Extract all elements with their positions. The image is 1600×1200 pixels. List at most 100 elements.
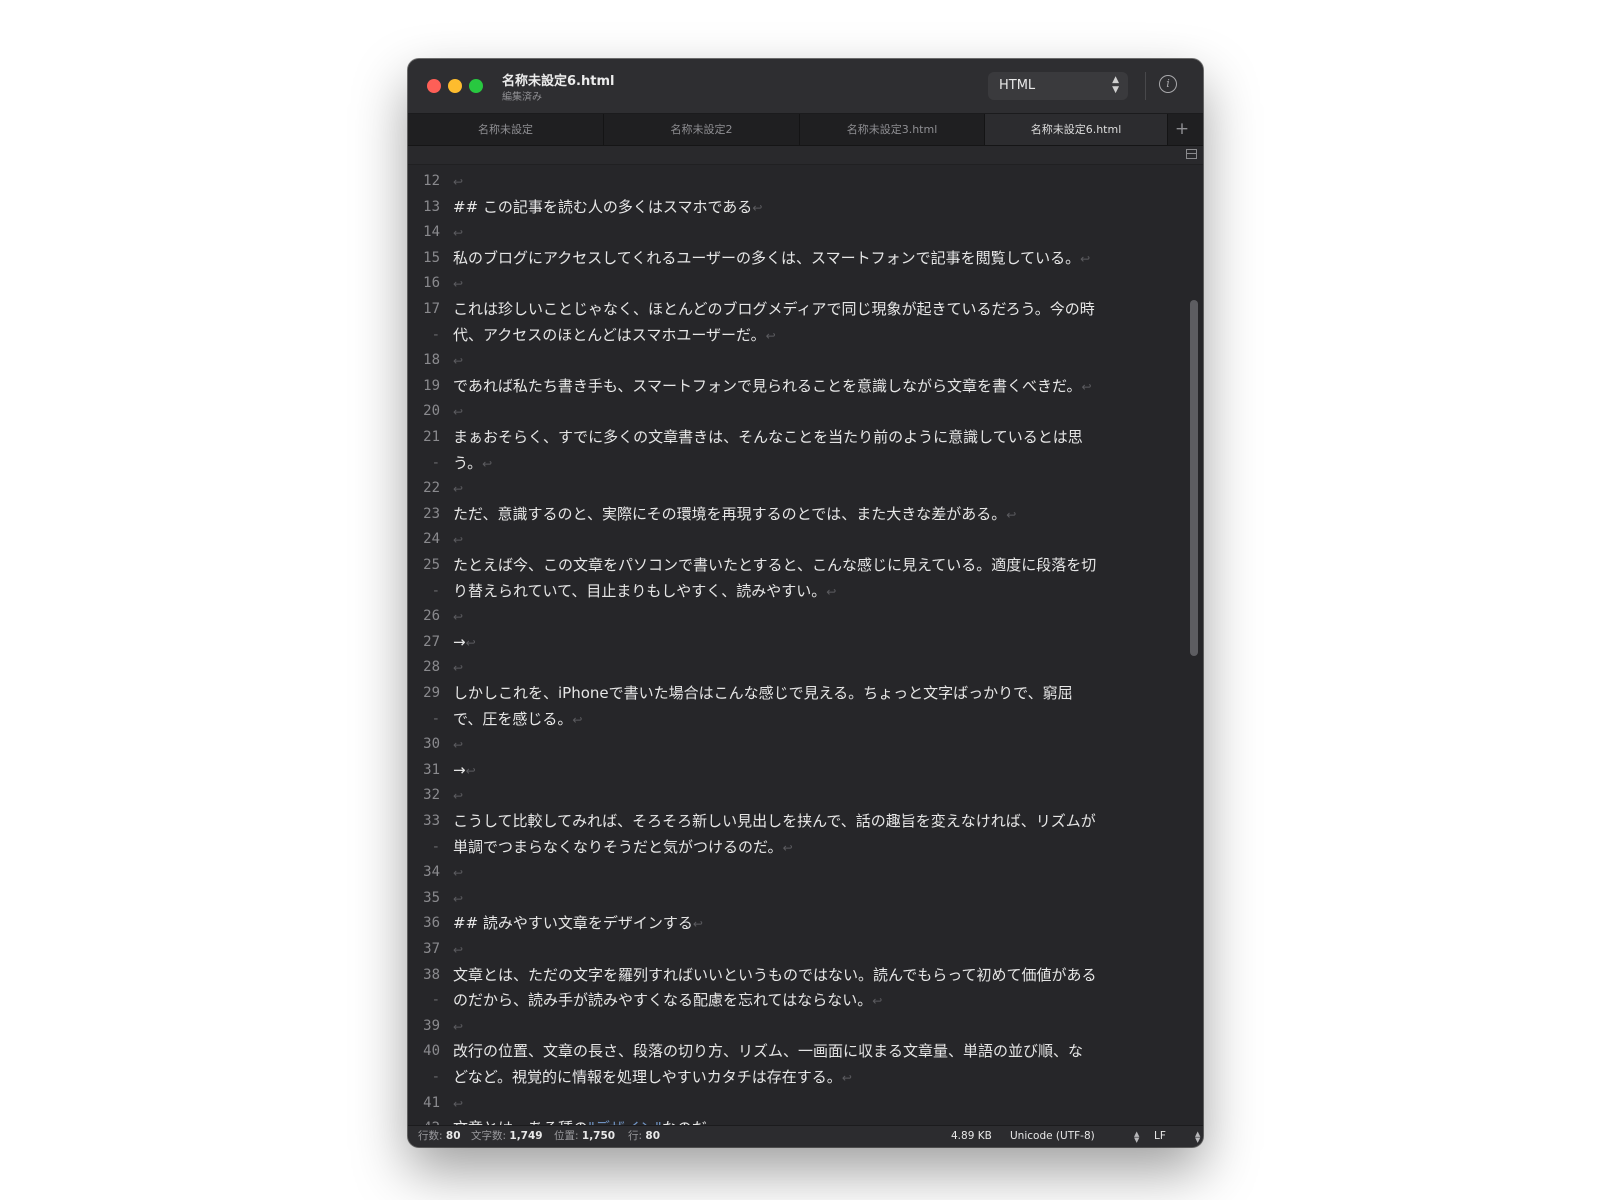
tab-bar: 名称未設定 名称未設定2 名称未設定3.html 名称未設定6.html + [408,114,1203,146]
code-line[interactable]: 42 文章とは、ある種の"デザイン"なのだ。↩ [408,1115,1187,1125]
line-content: ## この記事を読む人の多くはスマホである [453,197,753,216]
line-text: ただ、意識するのと、実際にその環境を再現するのとでは、また大きな差がある。↩ [453,501,1187,528]
code-line[interactable]: 29 しかしこれを、iPhoneで書いた場合はこんな感じで見える。ちょっと文字ばっ… [408,680,1187,706]
newline-icon: ↩ [482,456,493,471]
line-number: - [431,992,440,1009]
line-number: 28 [423,659,440,676]
code-line[interactable]: 41 ↩ [408,1090,1187,1116]
line-text: ↩ [453,270,1187,297]
tab-untitled[interactable]: 名称未設定 [408,114,604,145]
split-editor-icon[interactable] [1186,149,1197,159]
scroll-thumb[interactable] [1190,300,1198,656]
line-text: 単調でつまらなくなりそうだと気がつけるのだ。↩ [453,834,1187,861]
info-icon[interactable]: i [1159,75,1177,93]
line-text: 代、アクセスのほとんどはスマホユーザーだ。↩ [453,322,1187,349]
code-line[interactable]: - り替えられていて、目止まりもしやすく、読みやすい。↩ [408,578,1187,604]
code-line[interactable]: 23 ただ、意識するのと、実際にその環境を再現するのとでは、また大きな差がある。↩ [408,501,1187,527]
line-number: 24 [423,531,440,548]
code-line[interactable]: 31 →↩ [408,757,1187,783]
code-line[interactable]: 33 こうして比較してみれば、そろそろ新しい見出しを挟んで、話の趣旨を変えなければ… [408,808,1187,834]
code-line[interactable]: 37 ↩ [408,936,1187,962]
line-number: 41 [423,1094,440,1111]
code-line[interactable]: 27 →↩ [408,629,1187,655]
text-editor[interactable]: 12 ↩ 13 ## この記事を読む人の多くはスマホである↩ 14 ↩ 15 私のブログにアク… [408,165,1203,1125]
line-content: どなど。視覚的に情報を処理しやすいカタチは存在する。 [453,1068,842,1086]
code-line[interactable]: 30 ↩ [408,731,1187,757]
line-text: ↩ [453,731,1187,758]
newline-icon: ↩ [453,661,464,676]
line-ending-select[interactable]: LF [1154,1126,1166,1147]
newline-icon: ↩ [453,175,464,189]
line-text: で、圧を感じる。↩ [453,706,1187,733]
code-line[interactable]: 19 であれば私たち書き手も、スマートフォンで見られることを意識しながら文章を書く… [408,373,1187,399]
tab-untitled-3-html[interactable]: 名称未設定3.html [800,114,985,145]
line-number: 23 [423,505,440,522]
tab-untitled-2[interactable]: 名称未設定2 [604,114,800,145]
code-line[interactable]: 26 ↩ [408,603,1187,629]
line-content: たとえば今、この文章をパソコンで書いたとすると、こんな感じに見えている。適度に段… [453,556,1097,574]
line-number: 36 [423,915,440,932]
code-line[interactable]: 38 文章とは、ただの文字を羅列すればいいというものではない。読んでもらって初めて… [408,962,1187,988]
code-line[interactable]: 18 ↩ [408,347,1187,373]
code-line[interactable]: 13 ## この記事を読む人の多くはスマホである↩ [408,194,1187,220]
code-line[interactable]: - のだから、読み手が読みやすくなる配慮を忘れてはならない。↩ [408,987,1187,1013]
line-number: 17 [423,301,440,317]
code-line[interactable]: 17 これは珍しいことじゃなく、ほとんどのブログメディアで同じ現象が起きているだろ… [408,296,1187,322]
code-line[interactable]: - 代、アクセスのほとんどはスマホユーザーだ。↩ [408,322,1187,348]
code-line[interactable]: 36 ## 読みやすい文章をデザインする↩ [408,910,1187,936]
line-text: ↩ [453,398,1187,425]
line-content: ## 読みやすい文章をデザインする [453,914,693,933]
newline-icon: ↩ [572,712,583,727]
code-line[interactable]: 24 ↩ [408,526,1187,552]
code-line[interactable]: 34 ↩ [408,859,1187,885]
add-tab-icon[interactable]: + [1168,114,1196,145]
zoom-button[interactable] [469,79,483,93]
code-line[interactable]: 12 ↩ [408,168,1187,194]
code-line[interactable]: 32 ↩ [408,782,1187,808]
line-number: 14 [423,224,440,241]
code-line[interactable]: - で、圧を感じる。↩ [408,706,1187,732]
code-line[interactable]: 15 私のブログにアクセスしてくれるユーザーの多くは、スマートフォンで記事を閲覧し… [408,245,1187,271]
code-line[interactable]: 28 ↩ [408,654,1187,680]
line-text: ↩ [453,603,1187,630]
line-text: ↩ [453,168,1187,195]
line-number: - [431,1069,440,1085]
line-number: 12 [423,173,440,189]
syntax-select[interactable]: HTML ▲ ▼ [988,72,1128,100]
line-content: であれば私たち書き手も、スマートフォンで見られることを意識しながら文章を書くべき… [453,376,1082,395]
line-number: - [431,582,440,599]
code-line[interactable]: 25 たとえば今、この文章をパソコンで書いたとすると、こんな感じに見えている。適度… [408,552,1187,578]
code-line[interactable]: - どなど。視覚的に情報を処理しやすいカタチは存在する。↩ [408,1064,1187,1090]
code-line[interactable]: 14 ↩ [408,219,1187,245]
code-line[interactable]: 22 ↩ [408,475,1187,501]
code-line[interactable]: 35 ↩ [408,885,1187,911]
newline-icon: ↩ [453,866,464,881]
encoding-select[interactable]: Unicode (UTF-8) [1010,1126,1095,1147]
newline-icon: ↩ [453,610,464,625]
line-number: 16 [423,275,440,292]
line-text: ↩ [453,475,1187,502]
line-content: り替えられていて、目止まりもしやすく、読みやすい。 [453,581,827,600]
minimize-button[interactable] [448,79,462,93]
code-line[interactable]: 20 ↩ [408,398,1187,424]
close-button[interactable] [427,79,441,93]
newline-icon: ↩ [453,533,464,548]
chevron-up-down-icon: ▲ ▼ [1112,75,1119,95]
line-content: しかしこれを、iPhoneで書いた場合はこんな感じで見える。ちょっと文字ばっかり… [453,684,1073,702]
line-text: のだから、読み手が読みやすくなる配慮を忘れてはならない。↩ [453,987,1187,1014]
vertical-scrollbar[interactable] [1190,165,1200,1125]
newline-icon: ↩ [692,917,703,932]
code-line[interactable]: 16 ↩ [408,270,1187,296]
code-line[interactable]: - 単調でつまらなくなりそうだと気がつけるのだ。↩ [408,834,1187,860]
line-content: 改行の位置、文章の長さ、段落の切り方、リズム、一画面に収まる文章量、単語の並び順… [453,1042,1084,1061]
code-line[interactable]: - う。↩ [408,450,1187,476]
status-bar: 行数: 80 文字数: 1,749 位置: 1,750 行: 80 4.89 K… [408,1125,1203,1147]
newline-icon: ↩ [453,354,464,369]
code-line[interactable]: 40 改行の位置、文章の長さ、段落の切り方、リズム、一画面に収まる文章量、単語の並… [408,1038,1187,1064]
line-text: こうして比較してみれば、そろそろ新しい見出しを挟んで、話の趣旨を変えなければ、リ… [453,808,1187,834]
code-line[interactable]: 21 まぁおそらく、すでに多くの文章書きは、そんなことを当たり前のように意識してい… [408,424,1187,450]
line-number: - [431,838,440,855]
tab-untitled-6-html[interactable]: 名称未設定6.html [985,114,1168,145]
line-text: 私のブログにアクセスしてくれるユーザーの多くは、スマートフォンで記事を閲覧してい… [453,245,1187,272]
code-line[interactable]: 39 ↩ [408,1013,1187,1039]
